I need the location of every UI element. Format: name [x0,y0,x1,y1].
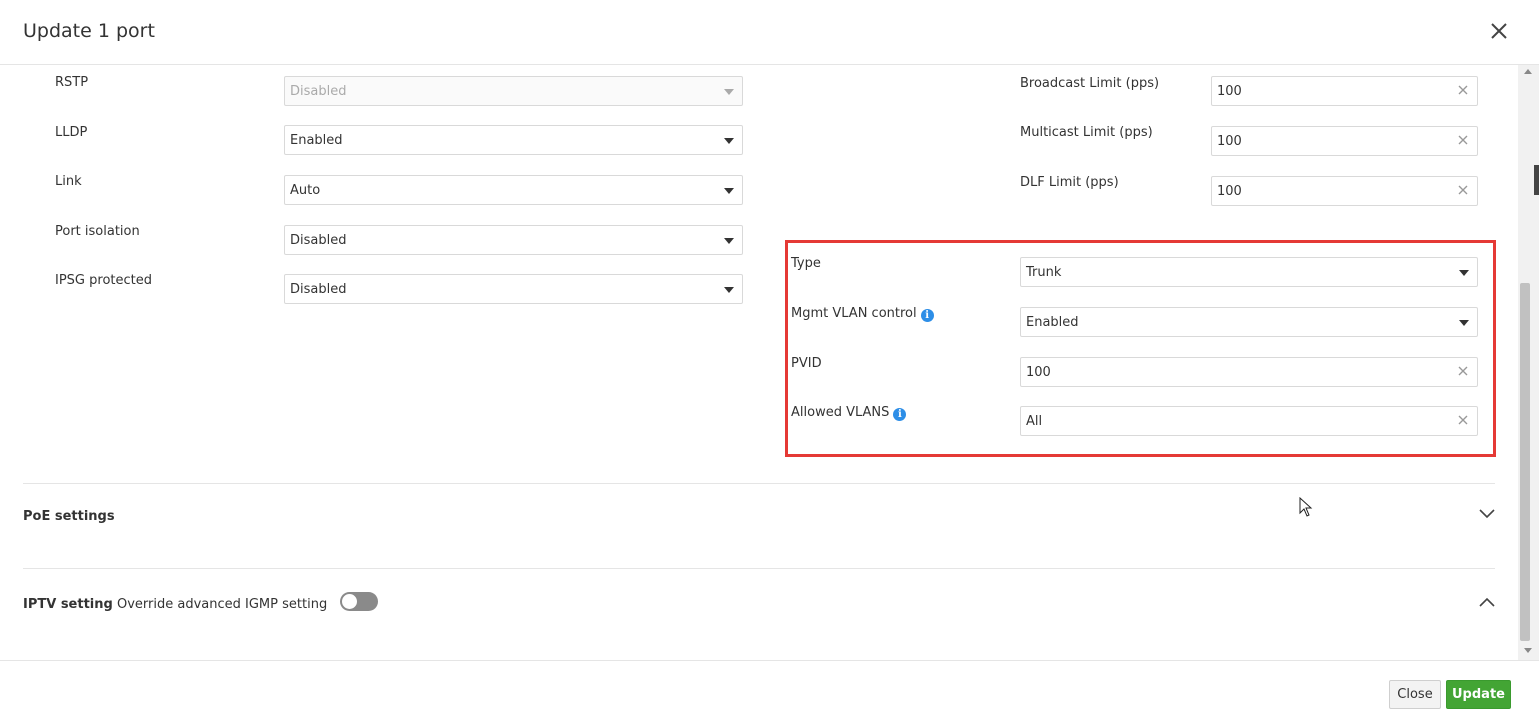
chevron-down-icon [1459,320,1469,326]
port-isolation-select[interactable]: Disabled [284,225,743,255]
type-label: Type [791,256,821,271]
type-select[interactable]: Trunk [1020,257,1478,287]
port-isolation-value: Disabled [290,233,347,248]
pvid-label: PVID [791,356,822,371]
chevron-down-icon[interactable] [1479,509,1495,519]
dlf-limit-input[interactable]: 100 [1211,176,1478,206]
ipsg-protected-value: Disabled [290,282,347,297]
section-divider [23,568,1495,569]
dlf-limit-value: 100 [1217,184,1242,199]
link-select[interactable]: Auto [284,175,743,205]
multicast-limit-value: 100 [1217,134,1242,149]
multicast-limit-label: Multicast Limit (pps) [1020,125,1153,140]
chevron-down-icon [724,188,734,194]
info-icon[interactable]: i [893,408,907,421]
dialog-footer: Close Update [0,660,1539,726]
poe-settings-title[interactable]: PoE settings [23,509,115,524]
ipsg-protected-label: IPSG protected [55,273,152,288]
lldp-select[interactable]: Enabled [284,125,743,155]
chevron-up-icon[interactable] [1479,597,1495,607]
mouse-pointer-icon [1299,497,1313,517]
clear-icon[interactable] [1457,134,1469,146]
chevron-down-icon [724,89,734,95]
update-button[interactable]: Update [1446,680,1511,709]
dlf-limit-label: DLF Limit (pps) [1020,175,1119,190]
iptv-setting-title: IPTV setting [23,597,113,612]
pvid-value: 100 [1026,365,1051,380]
scroll-thumb[interactable] [1520,283,1530,641]
override-igmp-toggle[interactable] [340,592,378,611]
clear-icon[interactable] [1457,84,1469,96]
update-port-dialog: Update 1 port RSTP Disabled LLDP Enabled… [0,0,1539,726]
rstp-value: Disabled [290,84,347,99]
rstp-label: RSTP [55,75,89,90]
ipsg-protected-select[interactable]: Disabled [284,274,743,304]
clear-icon[interactable] [1457,184,1469,196]
dialog-body: RSTP Disabled LLDP Enabled Link Auto Por… [0,65,1518,660]
close-icon[interactable] [1488,20,1510,42]
pvid-input[interactable]: 100 [1020,357,1478,387]
broadcast-limit-input[interactable]: 100 [1211,76,1478,106]
chevron-down-icon [1459,270,1469,276]
mgmt-vlan-control-label: Mgmt VLAN control i [791,306,934,322]
chevron-down-icon [724,138,734,144]
multicast-limit-input[interactable]: 100 [1211,126,1478,156]
mgmt-vlan-control-value: Enabled [1026,315,1079,330]
close-button[interactable]: Close [1389,680,1441,709]
clear-icon[interactable] [1457,365,1469,377]
toggle-knob [342,594,357,609]
mgmt-vlan-control-select[interactable]: Enabled [1020,307,1478,337]
allowed-vlans-value: All [1026,414,1043,429]
allowed-vlans-text: Allowed VLANS [791,405,890,420]
section-divider [23,483,1495,484]
vertical-scrollbar[interactable] [1518,65,1539,660]
broadcast-limit-label: Broadcast Limit (pps) [1020,76,1160,91]
mgmt-vlan-control-text: Mgmt VLAN control [791,306,917,321]
clear-icon[interactable] [1457,414,1469,426]
link-value: Auto [290,183,321,198]
rstp-select: Disabled [284,76,743,106]
override-igmp-label: Override advanced IGMP setting [117,597,328,612]
dialog-header: Update 1 port [0,0,1539,65]
page-scroll-thumb [1534,165,1539,195]
scroll-up-icon[interactable] [1524,69,1532,74]
lldp-value: Enabled [290,133,343,148]
info-icon[interactable]: i [920,309,934,322]
scroll-down-icon[interactable] [1524,648,1532,653]
dialog-title: Update 1 port [23,20,155,42]
chevron-down-icon [724,287,734,293]
port-isolation-label: Port isolation [55,224,140,239]
chevron-down-icon [724,238,734,244]
link-label: Link [55,174,82,189]
type-value: Trunk [1026,265,1062,280]
allowed-vlans-label: Allowed VLANS i [791,405,907,421]
lldp-label: LLDP [55,125,88,140]
broadcast-limit-value: 100 [1217,84,1242,99]
allowed-vlans-input[interactable]: All [1020,406,1478,436]
